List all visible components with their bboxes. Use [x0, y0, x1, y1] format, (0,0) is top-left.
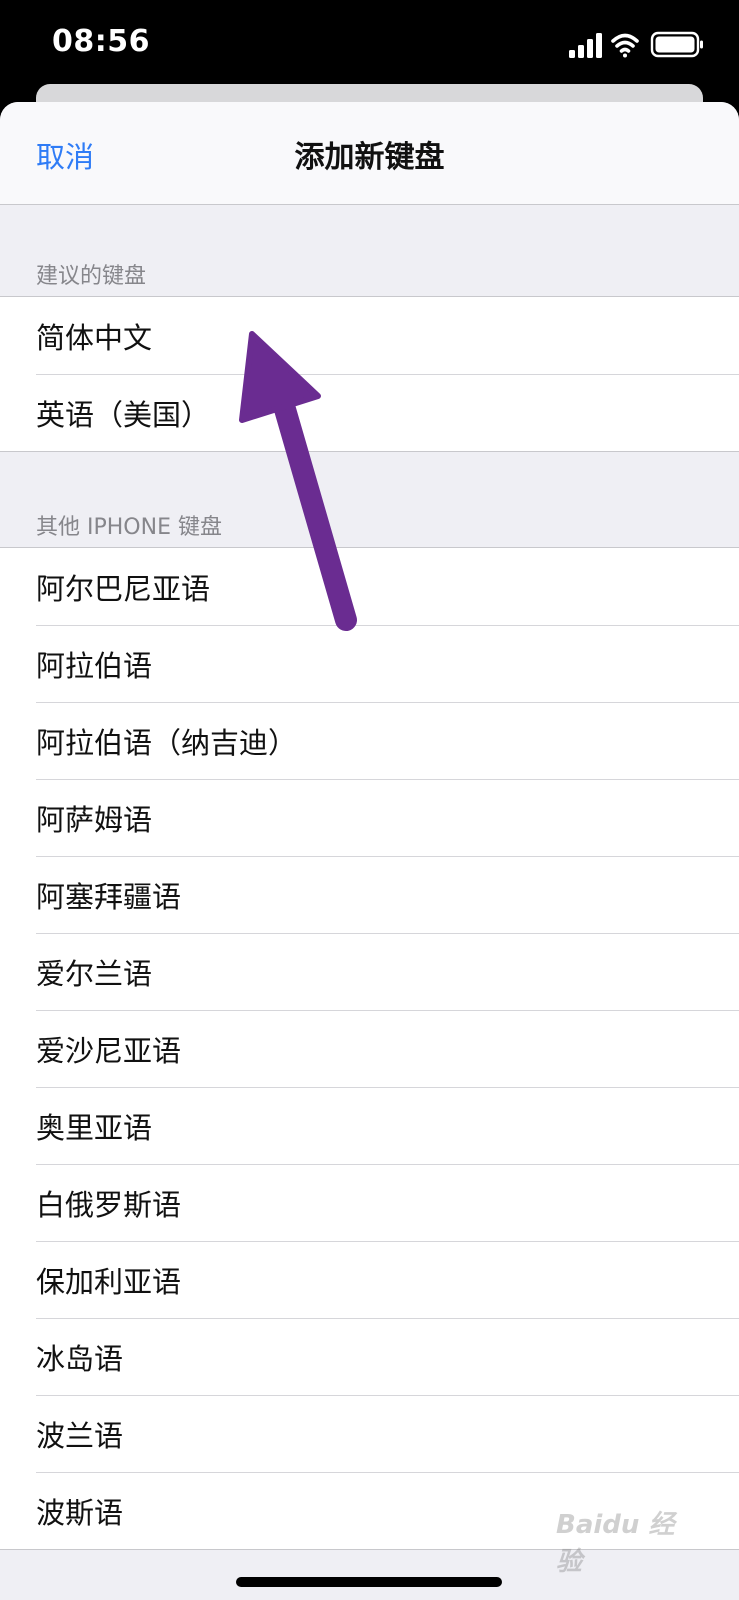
keyboard-name-label: 爱尔兰语 — [36, 957, 153, 991]
keyboard-name-label: 阿萨姆语 — [36, 803, 153, 837]
other-keyboards-list: 阿尔巴尼亚语 阿拉伯语阿拉伯语（纳吉迪） 阿萨姆语阿塞拜疆语爱尔兰语爱沙尼亚语奥里亚… — [0, 547, 739, 1550]
keyboard-name-label: 阿拉伯语 — [36, 649, 153, 683]
keyboard-list-item[interactable]: 保加利亚语 — [0, 1241, 739, 1318]
keyboard-list-item[interactable]: 阿拉伯语 — [0, 625, 739, 702]
keyboard-list-item[interactable]: 爱尔兰语 — [0, 933, 739, 1010]
status-icons-svg — [569, 31, 703, 58]
keyboard-name-label: 阿尔巴尼亚语 — [36, 572, 211, 606]
keyboard-list-item[interactable]: 爱沙尼亚语 — [0, 1010, 739, 1087]
navigation-bar: 取消 添加新键盘 — [0, 102, 739, 205]
page-title: 添加新键盘 — [294, 140, 445, 175]
watermark: Baidu 经验 — [556, 1510, 675, 1577]
keyboard-list-item[interactable]: 阿塞拜疆语 — [0, 856, 739, 933]
keyboard-list-item[interactable]: 阿拉伯语（纳吉迪） — [0, 702, 739, 779]
section-header-suggested: 建议的键盘 — [36, 264, 147, 289]
status-icons — [569, 30, 709, 60]
keyboard-list-item[interactable]: 阿萨姆语 — [0, 779, 739, 856]
keyboard-name-label: 波兰语 — [36, 1419, 124, 1453]
keyboard-name-label: 英语（美国） — [36, 398, 211, 432]
keyboard-name-label: 波斯语 — [36, 1496, 124, 1530]
keyboard-list-item[interactable]: 白俄罗斯语 — [0, 1164, 739, 1241]
keyboard-name-label: 阿塞拜疆语 — [36, 880, 182, 914]
keyboard-list-item[interactable]: 波兰语 — [0, 1395, 739, 1472]
keyboard-name-label: 奥里亚语 — [36, 1111, 153, 1145]
section-header-other: 其他 IPHONE 键盘 — [36, 515, 222, 540]
keyboard-list-item[interactable]: 简体中文 — [0, 297, 739, 374]
keyboard-list-item[interactable]: 冰岛语 — [0, 1318, 739, 1395]
keyboard-name-label: 保加利亚语 — [36, 1265, 182, 1299]
add-keyboard-sheet: 取消 添加新键盘 建议的键盘 简体中文英语（美国） 其他 IPHONE 键盘 阿… — [0, 102, 739, 1600]
keyboard-name-label: 白俄罗斯语 — [36, 1188, 182, 1222]
battery-icon — [650, 31, 703, 58]
keyboard-name-label: 爱沙尼亚语 — [36, 1034, 182, 1068]
keyboard-name-label: 简体中文 — [36, 321, 153, 355]
status-time: 08:56 — [52, 24, 150, 59]
keyboard-list-item[interactable]: 英语（美国） — [0, 374, 739, 451]
keyboard-list-item[interactable]: 奥里亚语 — [0, 1087, 739, 1164]
keyboard-name-label: 冰岛语 — [36, 1342, 124, 1376]
signal-icon — [569, 33, 602, 58]
wifi-icon — [611, 33, 639, 58]
home-indicator — [236, 1577, 502, 1587]
keyboard-name-label: 阿拉伯语（纳吉迪） — [36, 726, 298, 760]
keyboard-list-item[interactable]: 阿尔巴尼亚语 — [0, 548, 739, 625]
suggested-keyboards-list: 简体中文英语（美国） — [0, 296, 739, 452]
